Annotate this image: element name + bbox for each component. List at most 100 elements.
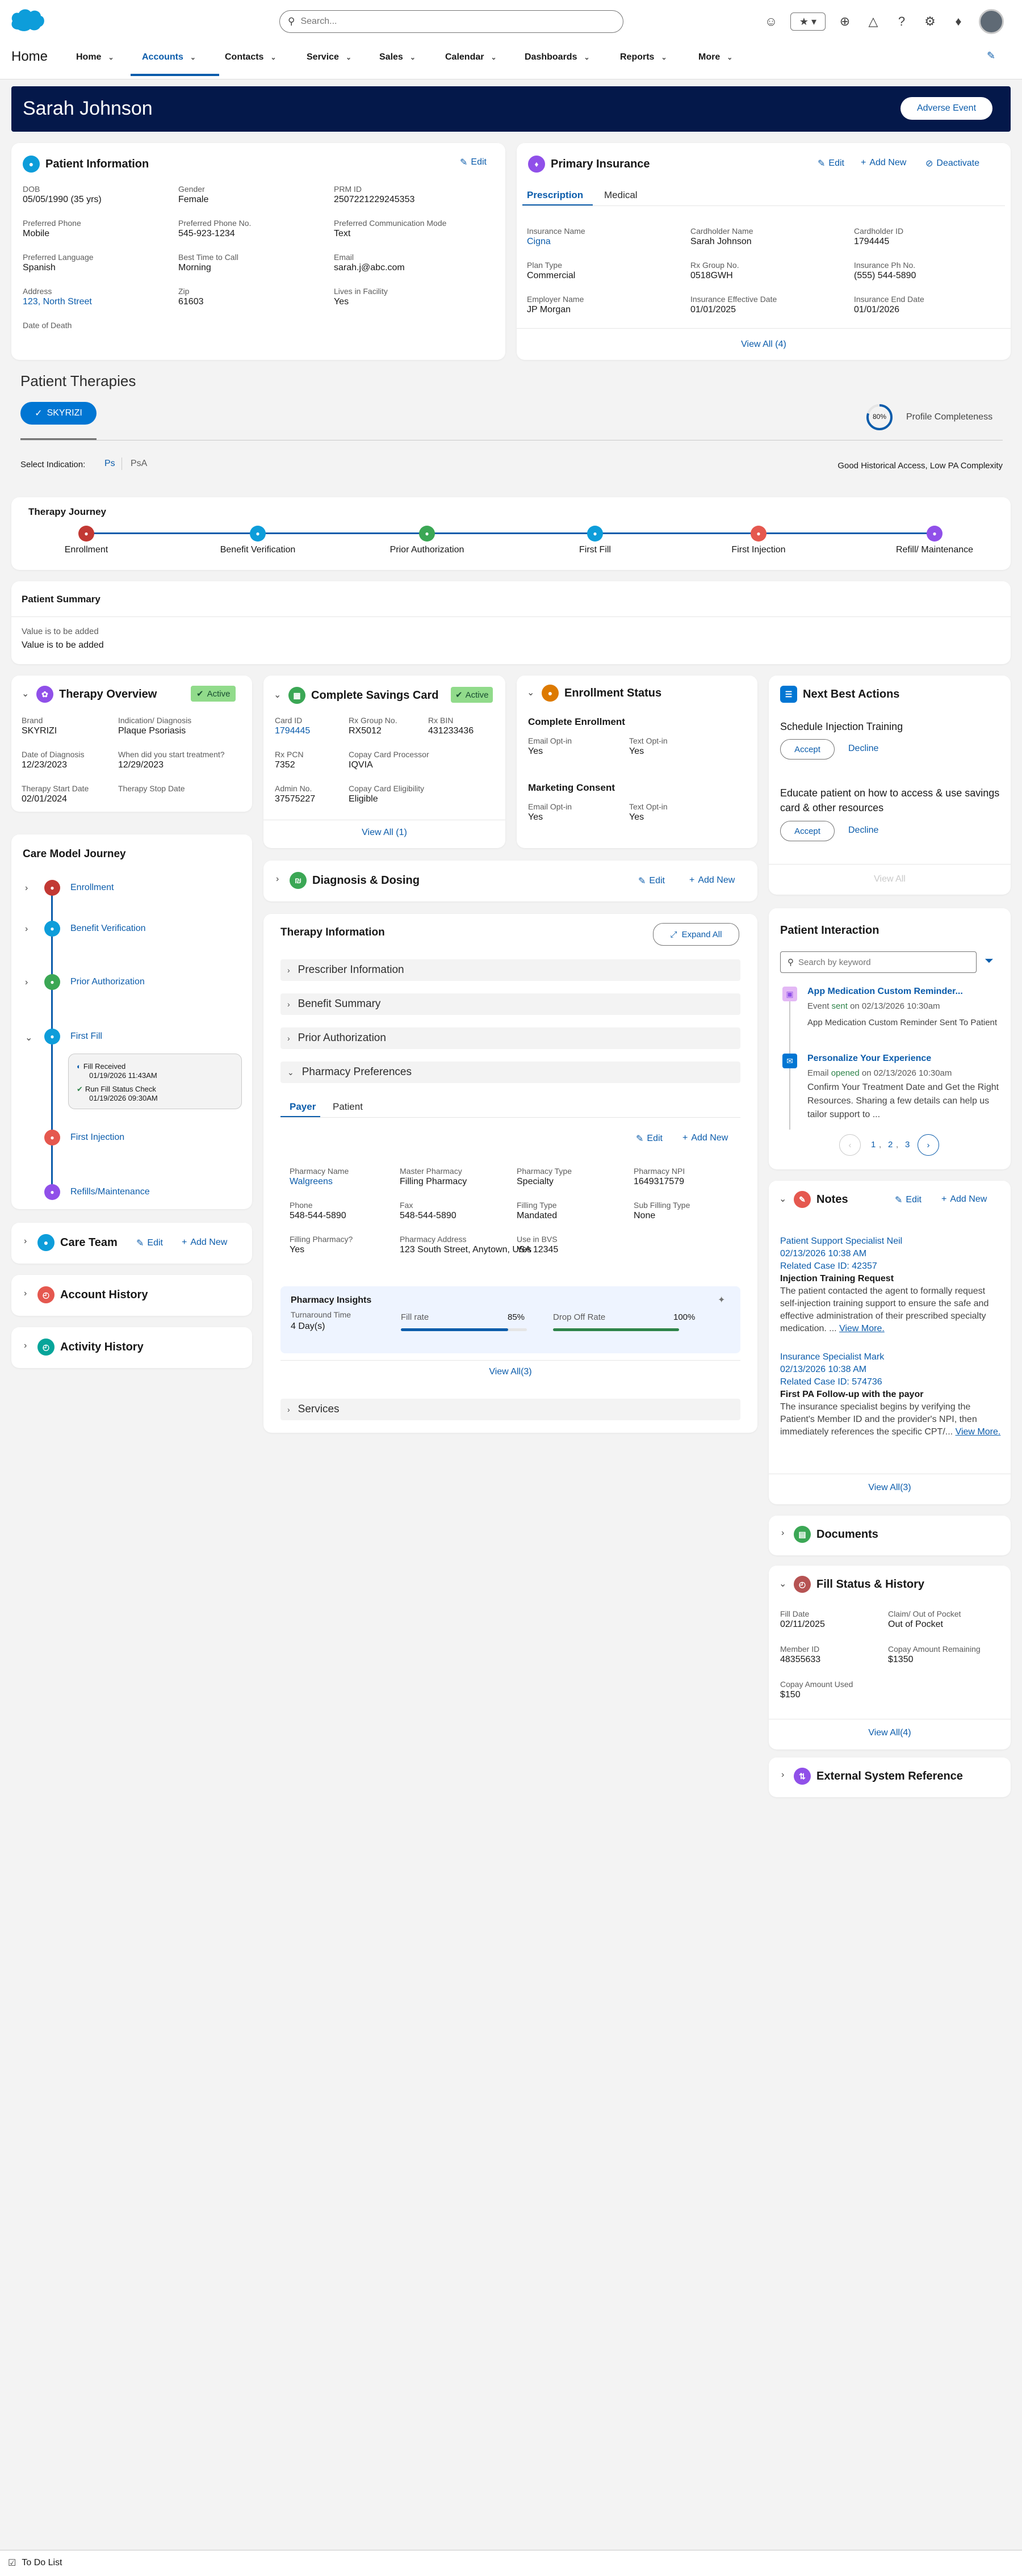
pagination-prev-button[interactable]: ‹ <box>839 1134 861 1156</box>
trailhead-icon[interactable]: △ <box>863 11 883 32</box>
collapse-chevron-icon[interactable]: ⌄ <box>22 688 29 699</box>
field-value[interactable]: Cigna <box>527 236 585 247</box>
note-1-author[interactable]: Patient Support Specialist Neil <box>780 1235 1002 1248</box>
interaction-search[interactable]: ⚲ <box>780 951 977 973</box>
add-icon[interactable]: ⊕ <box>835 11 855 32</box>
page-1[interactable]: 1 <box>871 1140 876 1149</box>
collapse-chevron-icon[interactable]: ⌄ <box>779 1578 786 1589</box>
pharmacy-view-all-link[interactable]: View All(3) <box>263 1367 757 1377</box>
agentforce-icon[interactable]: ☺ <box>761 11 781 32</box>
insurance-edit-button[interactable]: ✎ Edit <box>818 158 844 169</box>
note-2-view-more[interactable]: View More. <box>956 1427 1001 1437</box>
activity-history-card[interactable]: › ◴ Activity History <box>11 1327 252 1368</box>
note-2-author[interactable]: Insurance Specialist Mark <box>780 1351 1002 1363</box>
expand-chevron-icon[interactable]: › <box>24 1236 27 1247</box>
expand-chevron-icon[interactable]: › <box>24 1289 27 1299</box>
tab-patient[interactable]: Patient <box>333 1101 363 1113</box>
nav-reports[interactable]: Reports ⌄ <box>620 52 667 62</box>
note-1-view-more[interactable]: View More. <box>839 1324 885 1333</box>
insurance-deactivate-button[interactable]: ⊘ Deactivate <box>925 158 979 169</box>
care-team-edit-button[interactable]: ✎ Edit <box>136 1237 163 1249</box>
care-step-2-link[interactable]: Benefit Verification <box>70 924 146 934</box>
page-2[interactable]: 2 <box>888 1140 893 1149</box>
nav-accounts[interactable]: Accounts ⌄ <box>142 52 196 62</box>
chevron-right-icon[interactable]: › <box>25 977 28 988</box>
journey-step-6-icon[interactable]: ● <box>927 526 943 542</box>
notes-view-all-link[interactable]: View All(3) <box>769 1483 1011 1493</box>
dosing-edit-button[interactable]: ✎ Edit <box>638 875 665 887</box>
collapse-chevron-icon[interactable]: ⌄ <box>274 689 281 700</box>
expand-chevron-icon[interactable]: › <box>781 1528 784 1538</box>
expand-chevron-icon[interactable]: › <box>24 1341 27 1351</box>
nav-more[interactable]: More ⌄ <box>698 52 732 62</box>
indication-ps[interactable]: Ps <box>104 459 115 469</box>
interaction-2-title[interactable]: Personalize Your Experience <box>807 1054 931 1064</box>
help-icon[interactable]: ? <box>891 11 912 32</box>
section-benefit-summary[interactable]: › Benefit Summary <box>280 993 740 1015</box>
nba-view-all-link[interactable]: View All <box>769 874 1011 884</box>
nav-home[interactable]: Home ⌄ <box>76 52 114 62</box>
global-search-input[interactable] <box>300 16 596 27</box>
insurance-view-all-link[interactable]: View All (4) <box>517 339 1011 350</box>
field-value[interactable]: 123, North Street <box>23 296 92 308</box>
pagination-next-button[interactable]: › <box>918 1134 939 1156</box>
pharmacy-add-new-button[interactable]: + Add New <box>682 1133 728 1143</box>
care-step-4-link[interactable]: First Fill <box>70 1031 102 1042</box>
nav-calendar[interactable]: Calendar ⌄ <box>445 52 497 62</box>
section-prior-authorization[interactable]: › Prior Authorization <box>280 1027 740 1049</box>
field-value[interactable]: 1794445 <box>275 725 310 737</box>
chevron-right-icon[interactable]: › <box>25 883 28 893</box>
global-search[interactable]: ⚲ <box>279 10 623 33</box>
expand-chevron-icon[interactable]: › <box>781 1770 784 1780</box>
care-team-add-new-button[interactable]: + Add New <box>182 1237 227 1248</box>
nav-dashboards[interactable]: Dashboards ⌄ <box>525 52 590 62</box>
salesforce-logo[interactable] <box>10 7 45 32</box>
section-prescriber-information[interactable]: › Prescriber Information <box>280 959 740 981</box>
care-step-1-link[interactable]: Enrollment <box>70 883 114 893</box>
fill-status-view-all-link[interactable]: View All(4) <box>769 1728 1011 1738</box>
patient-edit-button[interactable]: ✎ Edit <box>460 157 487 168</box>
account-history-card[interactable]: › ◴ Account History <box>11 1275 252 1316</box>
expand-all-button[interactable]: ⤢ Expand All <box>653 923 739 946</box>
note-1-case[interactable]: Related Case ID: 42357 <box>780 1260 1002 1273</box>
interaction-1-title[interactable]: App Medication Custom Reminder... <box>807 987 963 997</box>
collapse-chevron-icon[interactable]: ⌄ <box>527 687 534 698</box>
journey-step-5-icon[interactable]: ● <box>751 526 767 542</box>
nba-item-1-accept-button[interactable]: Accept <box>780 739 835 760</box>
chevron-right-icon[interactable]: › <box>25 924 28 934</box>
edit-nav-pencil-icon[interactable]: ✎ <box>987 50 995 62</box>
journey-step-3-icon[interactable]: ● <box>419 526 435 542</box>
notes-edit-button[interactable]: ✎ Edit <box>895 1194 922 1206</box>
savings-view-all-link[interactable]: View All (1) <box>263 828 505 838</box>
pharmacy-edit-button[interactable]: ✎ Edit <box>636 1133 663 1144</box>
filter-icon[interactable]: ⏷ <box>985 955 994 968</box>
tab-prescription[interactable]: Prescription <box>527 190 583 201</box>
journey-step-1-icon[interactable]: ● <box>78 526 94 542</box>
nav-service[interactable]: Service ⌄ <box>307 52 351 62</box>
tab-medical[interactable]: Medical <box>604 190 638 201</box>
user-avatar[interactable] <box>979 9 1004 34</box>
journey-step-4-icon[interactable]: ● <box>587 526 603 542</box>
care-step-3-link[interactable]: Prior Authorization <box>70 977 145 987</box>
nav-contacts[interactable]: Contacts ⌄ <box>225 52 277 62</box>
insurance-add-new-button[interactable]: + Add New <box>861 158 906 168</box>
external-reference-card[interactable]: › ⇅ External System Reference <box>769 1757 1011 1797</box>
page-3[interactable]: 3 <box>905 1140 910 1149</box>
nba-item-1-decline-link[interactable]: Decline <box>848 744 878 754</box>
notes-add-new-button[interactable]: + Add New <box>941 1194 987 1205</box>
nba-item-2-accept-button[interactable]: Accept <box>780 821 835 841</box>
setup-gear-icon[interactable]: ⚙ <box>920 11 940 32</box>
nav-sales[interactable]: Sales ⌄ <box>379 52 416 62</box>
journey-step-2-icon[interactable]: ● <box>250 526 266 542</box>
dosing-add-new-button[interactable]: + Add New <box>689 875 735 886</box>
tab-payer[interactable]: Payer <box>290 1101 316 1113</box>
collapse-chevron-icon[interactable]: ⌄ <box>779 1193 786 1205</box>
section-services[interactable]: › Services <box>280 1399 740 1420</box>
expand-chevron-icon[interactable]: › <box>276 874 279 884</box>
care-step-5-link[interactable]: First Injection <box>70 1132 124 1143</box>
care-step-6-link[interactable]: Refills/Maintenance <box>70 1187 150 1197</box>
therapy-tab-skyrizi[interactable]: ✓ SKYRIZI <box>20 402 97 425</box>
favorites-icon[interactable]: ★ ▾ <box>790 12 826 31</box>
todo-list-button[interactable]: ☑ To Do List <box>8 2557 62 2569</box>
nba-item-2-decline-link[interactable]: Decline <box>848 825 878 836</box>
